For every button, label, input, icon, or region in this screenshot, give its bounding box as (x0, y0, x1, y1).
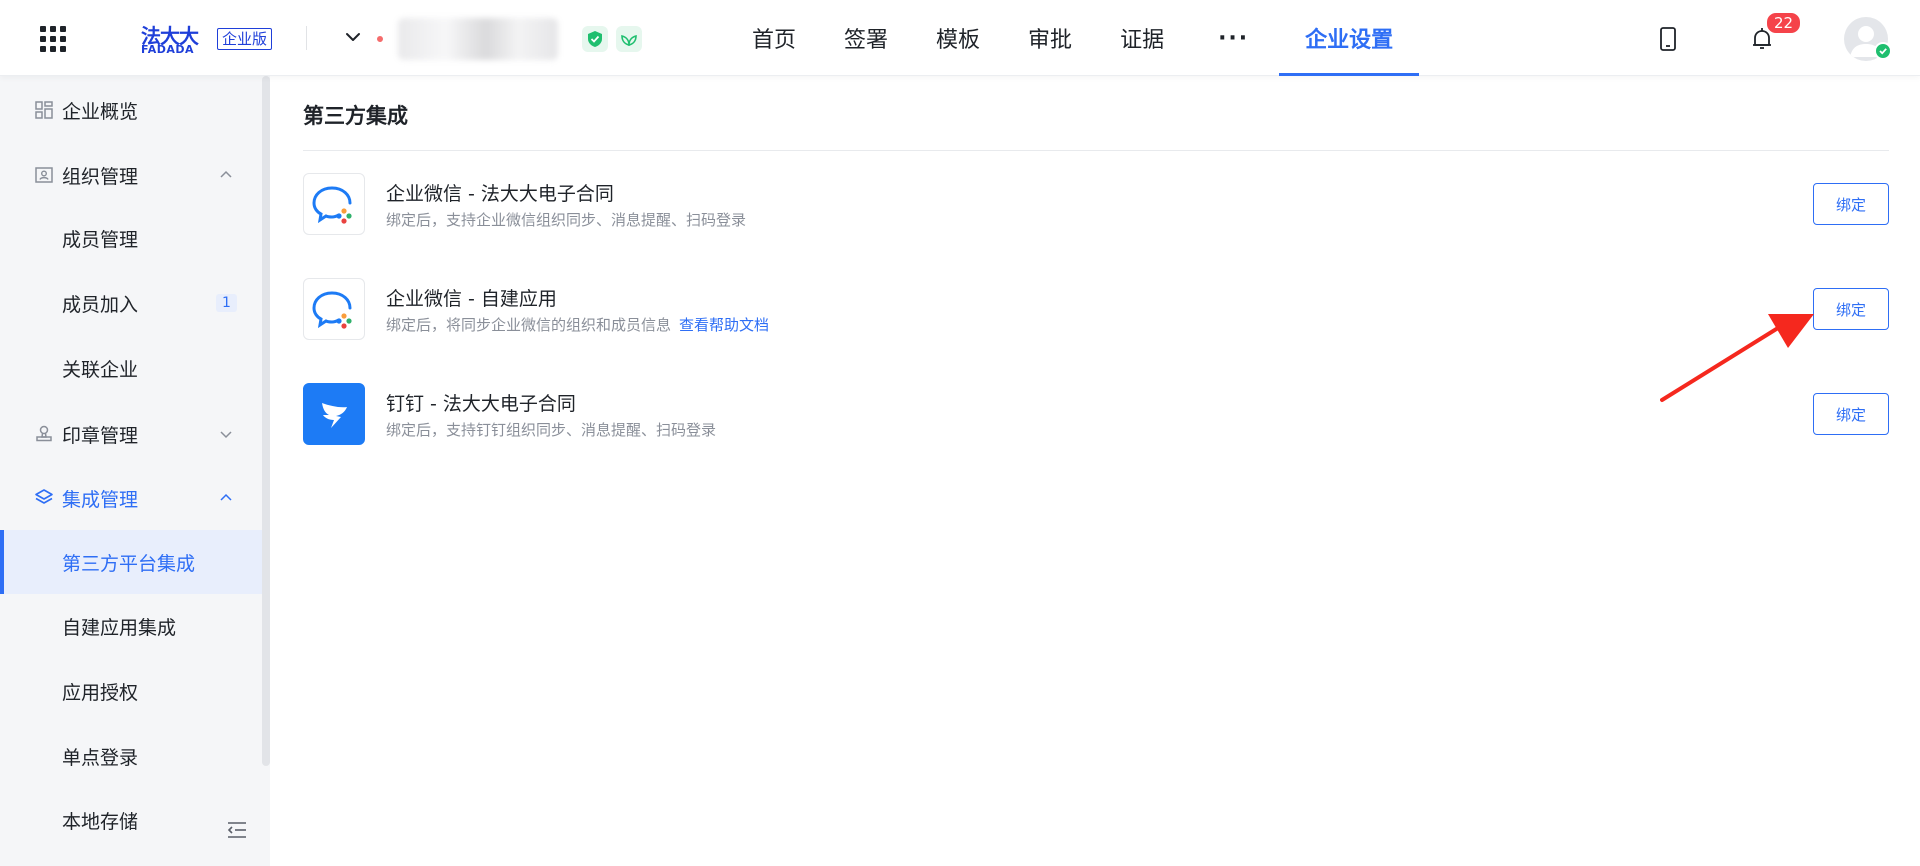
help-doc-link[interactable]: 查看帮助文档 (679, 316, 769, 334)
dingtalk-icon (303, 383, 365, 445)
sidebar-item-label: 第三方平台集成 (62, 552, 196, 575)
wecom-icon (303, 278, 365, 340)
integration-desc: 绑定后，支持钉钉组织同步、消息提醒、扫码登录 (386, 421, 717, 439)
verified-shield-icon[interactable] (582, 26, 608, 52)
nav-approval[interactable]: 审批 (1004, 0, 1096, 76)
avatar-verified-icon (1874, 42, 1892, 60)
member-join-count: 1 (216, 294, 237, 312)
org-switch-chevron-icon[interactable] (344, 28, 362, 46)
sidebar-item-custom-app-integration[interactable]: 自建应用集成 (0, 594, 262, 658)
layers-icon (35, 489, 53, 504)
sidebar-item-overview[interactable]: 企业概览 (0, 78, 262, 142)
bind-button[interactable]: 绑定 (1813, 183, 1889, 225)
page-title: 第三方集成 (303, 104, 408, 128)
sidebar-item-label: 应用授权 (62, 681, 139, 704)
org-icon (35, 167, 53, 183)
edition-badge: 企业版 (217, 28, 273, 50)
mobile-icon[interactable] (1655, 26, 1681, 52)
integration-row-dingtalk: 钉钉 - 法大大电子合同 绑定后，支持钉钉组织同步、消息提醒、扫码登录 绑定 (303, 383, 1889, 447)
sidebar-item-label: 成员加入 (62, 293, 139, 316)
notification-badge: 22 (1766, 12, 1802, 34)
sidebar-item-sso[interactable]: 单点登录 (0, 724, 262, 788)
org-status-dot (377, 36, 383, 42)
integration-row-wecom-fadada: 企业微信 - 法大大电子合同 绑定后，支持企业微信组织同步、消息提醒、扫码登录 … (303, 173, 1889, 237)
sidebar-item-org-management[interactable]: 组织管理 (0, 143, 262, 207)
bind-button[interactable]: 绑定 (1813, 288, 1889, 330)
nav-sign[interactable]: 签署 (820, 0, 912, 76)
sidebar-item-label: 组织管理 (62, 165, 139, 188)
integration-name: 钉钉 - 法大大电子合同 (386, 393, 576, 415)
sidebar-item-local-storage[interactable]: 本地存储 (0, 788, 262, 852)
chevron-up-icon (220, 493, 232, 501)
sidebar-item-label: 本地存储 (62, 810, 139, 833)
sidebar-item-integration-management[interactable]: 集成管理 (0, 466, 262, 530)
org-name-redacted[interactable] (398, 18, 558, 60)
integration-desc: 绑定后，将同步企业微信的组织和成员信息 查看帮助文档 (386, 314, 769, 335)
nav-template[interactable]: 模板 (912, 0, 1004, 76)
seal-icon (36, 425, 52, 442)
sidebar-item-label: 单点登录 (62, 746, 139, 769)
nav-evidence[interactable]: 证据 (1096, 0, 1188, 76)
integration-row-wecom-custom: 企业微信 - 自建应用 绑定后，将同步企业微信的组织和成员信息 查看帮助文档 绑定 (303, 278, 1889, 342)
sidebar-item-third-party-integration[interactable]: 第三方平台集成 (0, 530, 262, 594)
collapse-sidebar-icon[interactable] (226, 820, 248, 840)
integration-name: 企业微信 - 法大大电子合同 (386, 183, 614, 205)
nav-more[interactable]: ··· (1188, 0, 1279, 76)
sidebar-item-members[interactable]: 成员管理 (0, 206, 262, 270)
integration-desc-text: 绑定后，将同步企业微信的组织和成员信息 (386, 316, 672, 334)
integration-desc: 绑定后，支持企业微信组织同步、消息提醒、扫码登录 (386, 211, 747, 229)
chevron-up-icon (220, 170, 232, 178)
sidebar-item-app-authorization[interactable]: 应用授权 (0, 659, 262, 723)
sidebar-item-linked-enterprises[interactable]: 关联企业 (0, 336, 262, 400)
sidebar-item-label: 企业概览 (62, 100, 139, 123)
main-nav: 首页 签署 模板 审批 证据 ··· 企业设置 (728, 0, 1420, 76)
sidebar-item-label: 印章管理 (62, 424, 139, 447)
nav-enterprise-settings[interactable]: 企业设置 (1279, 0, 1420, 76)
dashboard-icon (35, 101, 53, 119)
top-bar: 法大大 FADADA 企业版 首页 签署 模板 审批 证据 ··· 企业设置 2… (0, 0, 1920, 76)
chevron-down-icon (220, 431, 232, 439)
wecom-icon (303, 173, 365, 235)
sidebar-item-label: 集成管理 (62, 488, 139, 511)
nav-home[interactable]: 首页 (728, 0, 820, 76)
red-annotation-arrow-icon (1660, 314, 1814, 402)
sidebar-item-seal-management[interactable]: 印章管理 (0, 402, 262, 466)
sidebar-item-label: 成员管理 (62, 228, 139, 251)
bind-button[interactable]: 绑定 (1813, 393, 1889, 435)
logo-en-text: FADADA (141, 43, 195, 56)
sidebar-item-member-join[interactable]: 成员加入 1 (0, 271, 262, 335)
app-grid-icon[interactable] (40, 26, 66, 52)
sidebar-scrollbar[interactable] (262, 76, 270, 766)
header-divider (306, 26, 307, 50)
green-leaf-icon[interactable] (616, 26, 642, 52)
sidebar-item-label: 自建应用集成 (62, 616, 177, 639)
integration-name: 企业微信 - 自建应用 (386, 288, 557, 310)
sidebar-item-label: 关联企业 (62, 358, 139, 381)
title-divider (303, 150, 1889, 151)
